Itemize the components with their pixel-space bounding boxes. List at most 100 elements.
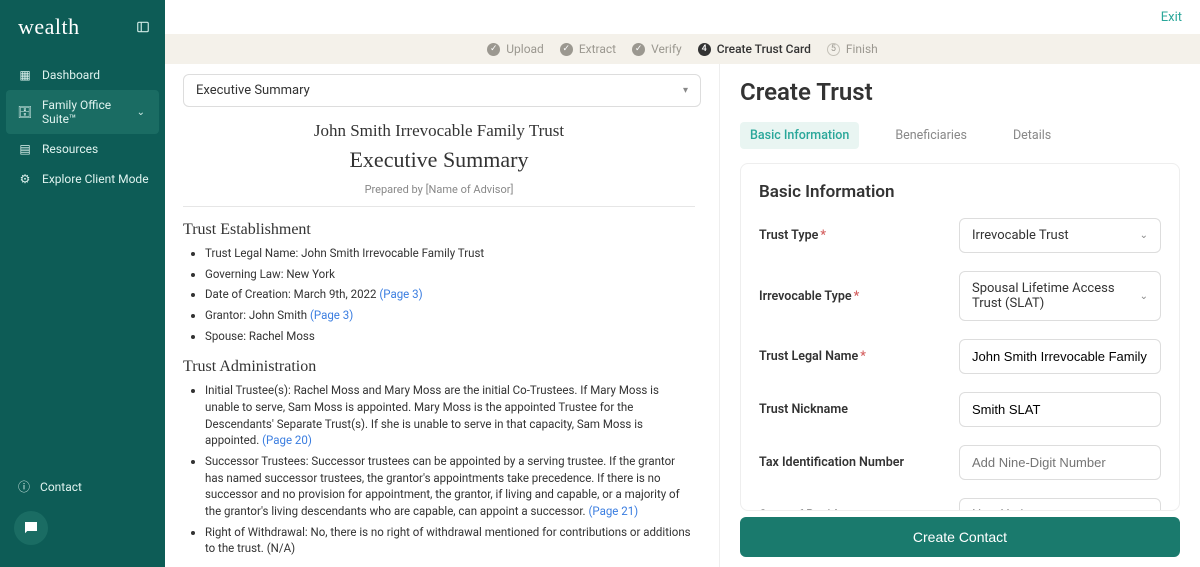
tab-beneficiaries[interactable]: Beneficiaries <box>885 122 977 149</box>
text: Grantor: John Smith <box>205 308 310 322</box>
nickname-input[interactable] <box>959 392 1161 427</box>
step-create-trust-card: 4 Create Trust Card <box>698 42 811 56</box>
list-item: Trust Legal Name: John Smith Irrevocable… <box>205 245 695 262</box>
chevron-down-icon: ▾ <box>683 85 688 96</box>
label: Trust Nickname <box>759 402 959 417</box>
step-extract: ✓ Extract <box>560 42 616 56</box>
sidebar-item-resources[interactable]: ▤ Resources <box>0 134 165 164</box>
step-label: Verify <box>651 42 682 56</box>
chevron-down-icon: ⌄ <box>1140 230 1148 241</box>
section-title-establishment: Trust Establishment <box>183 221 695 239</box>
step-upload: ✓ Upload <box>487 42 544 56</box>
page-title: Create Trust <box>740 78 1180 106</box>
chevron-down-icon: ⌄ <box>1140 291 1148 302</box>
gear-icon: ⚙ <box>18 172 32 186</box>
step-number-icon: 5 <box>827 43 840 56</box>
step-verify: ✓ Verify <box>632 42 682 56</box>
tin-input[interactable] <box>959 445 1161 480</box>
tabs: Basic Information Beneficiaries Details <box>740 122 1180 149</box>
select-value: Irrevocable Trust <box>972 228 1069 243</box>
sidebar-item-label: Contact <box>40 480 82 494</box>
label: Trust Legal Name* <box>759 349 959 364</box>
field-trust-type: Trust Type* Irrevocable Trust ⌄ <box>759 218 1161 253</box>
label: State of Residence <box>759 508 959 511</box>
select-value: Spousal Lifetime Access Trust (SLAT) <box>972 281 1140 311</box>
sidebar-footer: ⓘ Contact <box>0 470 165 567</box>
check-icon: ✓ <box>632 43 645 56</box>
page-link[interactable]: (Page 20) <box>262 433 312 447</box>
label: Irrevocable Type* <box>759 289 959 304</box>
sidebar-nav: ▦ Dashboard 🗄 Family Office Suite™ ⌄ ▤ R… <box>0 60 165 194</box>
briefcase-icon: 🗄 <box>18 105 32 119</box>
trust-type-select[interactable]: Irrevocable Trust ⌄ <box>959 218 1161 253</box>
list-item: Right of Withdrawal: No, there is no rig… <box>205 524 695 557</box>
tab-details[interactable]: Details <box>1003 122 1061 149</box>
list-item: Successor Trustees: Successor trustees c… <box>205 453 695 520</box>
document-pane: Executive Summary ▾ John Smith Irrevocab… <box>165 64 720 567</box>
step-label: Finish <box>846 42 878 56</box>
chat-launcher[interactable] <box>14 511 48 545</box>
label: Tax Identification Number <box>759 455 959 470</box>
check-icon: ✓ <box>560 43 573 56</box>
label-text: Irrevocable Type <box>759 289 852 304</box>
layers-icon: ▤ <box>18 142 32 156</box>
required-indicator: * <box>854 289 860 304</box>
tab-basic-info[interactable]: Basic Information <box>740 122 859 149</box>
exit-link[interactable]: Exit <box>1161 10 1182 25</box>
sidebar-item-label: Dashboard <box>42 68 100 82</box>
sidebar: wealth ▦ Dashboard 🗄 Family Office Suite… <box>0 0 165 567</box>
state-select[interactable]: New York ⌄ <box>959 498 1161 511</box>
section-title-administration: Trust Administration <box>183 358 695 376</box>
sidebar-item-label: Family Office Suite™ <box>42 98 127 126</box>
sidebar-item-label: Explore Client Mode <box>42 172 149 186</box>
sidebar-item-dashboard[interactable]: ▦ Dashboard <box>0 60 165 90</box>
document-heading: Executive Summary <box>183 147 695 173</box>
step-finish: 5 Finish <box>827 42 878 56</box>
grid-icon: ▦ <box>18 68 32 82</box>
card-title: Basic Information <box>759 182 1161 202</box>
select-value: New York <box>972 508 1027 511</box>
label-text: Trust Legal Name <box>759 349 858 364</box>
list-item: Governing Law: New York <box>205 266 695 283</box>
legal-name-input[interactable] <box>959 339 1161 374</box>
page-link[interactable]: (Page 3) <box>310 308 353 322</box>
required-indicator: * <box>820 228 826 243</box>
submit-wrap: Create Contact <box>740 517 1180 557</box>
sidebar-item-contact[interactable]: ⓘ Contact <box>0 470 165 503</box>
list-item: Date of Creation: March 9th, 2022 (Page … <box>205 286 695 303</box>
check-icon: ✓ <box>487 43 500 56</box>
field-legal-name: Trust Legal Name* <box>759 339 1161 374</box>
panel-collapse-icon[interactable] <box>135 19 151 35</box>
topbar: Exit <box>165 0 1200 34</box>
form-card: Basic Information Trust Type* Irrevocabl… <box>740 163 1180 511</box>
document-selector[interactable]: Executive Summary ▾ <box>183 74 701 107</box>
form-pane: Create Trust Basic Information Beneficia… <box>720 64 1200 567</box>
create-contact-button[interactable]: Create Contact <box>740 517 1180 557</box>
field-state: State of Residence New York ⌄ <box>759 498 1161 511</box>
brand-logo: wealth <box>18 14 80 40</box>
field-irrevocable-type: Irrevocable Type* Spousal Lifetime Acces… <box>759 271 1161 321</box>
page-link[interactable]: (Page 3) <box>379 287 422 301</box>
chevron-down-icon: ⌄ <box>137 107 145 118</box>
field-nickname: Trust Nickname <box>759 392 1161 427</box>
sidebar-header: wealth <box>0 0 165 54</box>
text: Date of Creation: March 9th, 2022 <box>205 287 379 301</box>
document-body[interactable]: John Smith Irrevocable Family Trust Exec… <box>183 121 701 561</box>
document-selector-value: Executive Summary <box>196 83 310 98</box>
label: Trust Type* <box>759 228 959 243</box>
document-trust-name: John Smith Irrevocable Family Trust <box>183 121 695 141</box>
list-item: Spouse: Rachel Moss <box>205 328 695 345</box>
sidebar-item-family-office[interactable]: 🗄 Family Office Suite™ ⌄ <box>6 90 159 134</box>
chevron-down-icon: ⌄ <box>1140 510 1148 511</box>
info-icon: ⓘ <box>18 478 30 495</box>
main: Executive Summary ▾ John Smith Irrevocab… <box>165 64 1200 567</box>
page-link[interactable]: (Page 21) <box>588 504 638 518</box>
document-prepared-by: Prepared by [Name of Advisor] <box>183 183 695 207</box>
field-tin: Tax Identification Number <box>759 445 1161 480</box>
sidebar-item-explore-client[interactable]: ⚙ Explore Client Mode <box>0 164 165 194</box>
step-label: Upload <box>506 42 544 56</box>
irrevocable-type-select[interactable]: Spousal Lifetime Access Trust (SLAT) ⌄ <box>959 271 1161 321</box>
list-item: Grantor: John Smith (Page 3) <box>205 307 695 324</box>
label-text: Trust Type <box>759 228 818 243</box>
step-label: Create Trust Card <box>717 42 811 56</box>
